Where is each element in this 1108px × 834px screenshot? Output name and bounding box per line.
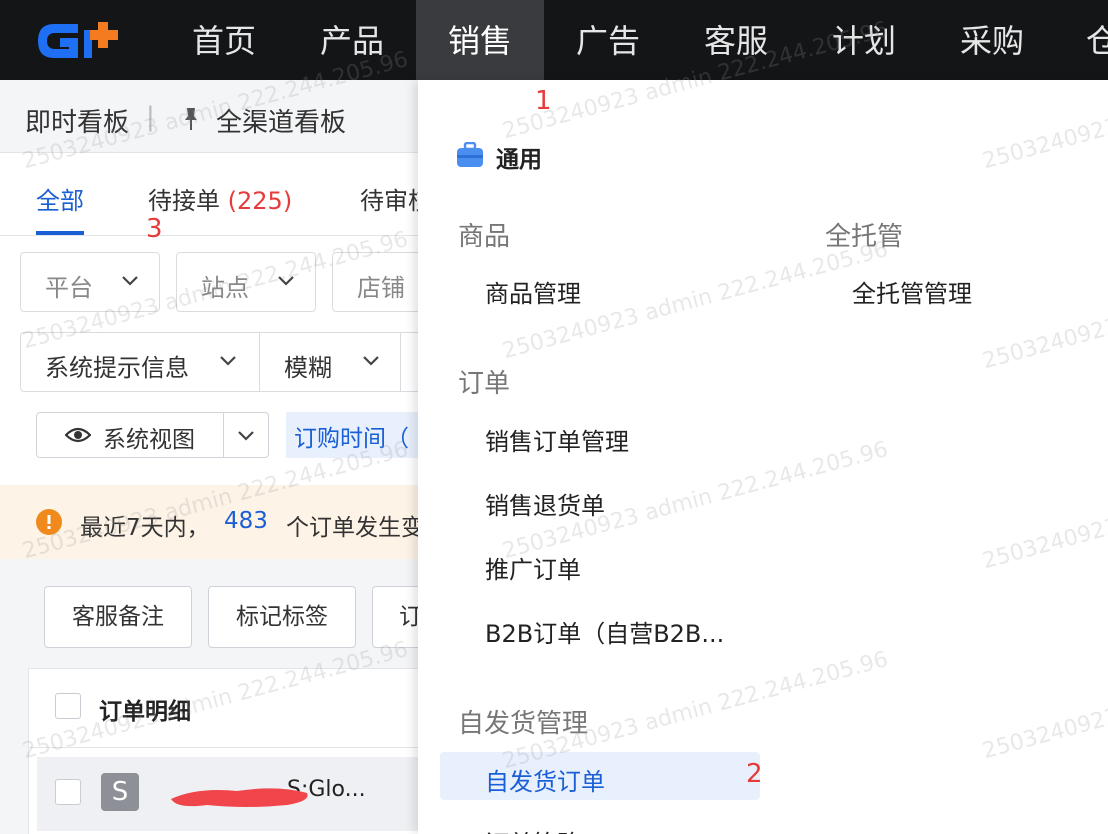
menu-item-sales-return[interactable]: 销售退货单 <box>485 486 605 521</box>
order-status-tabs: 全部 待接单 (225) 待审核 <box>0 153 418 236</box>
tab-pending[interactable]: 待接单 (225) <box>148 181 292 216</box>
tab-pending-count: (225) <box>227 187 293 215</box>
platform-select-label: 平台 <box>45 274 93 302</box>
order-table: 订单明细 S S:Glo... <box>28 668 418 834</box>
chevron-down-icon[interactable] <box>237 430 255 442</box>
action-bar: 客服备注 标记标签 订 <box>0 560 418 650</box>
mark-tag-button[interactable]: 标记标签 <box>208 586 356 648</box>
general-group-label: 通用 <box>496 147 542 173</box>
orders-page: 即时看板 | 全渠道看板 全部 待接单 (225) 待审核 平台 站点 店铺 系… <box>0 80 418 834</box>
app-logo-icon[interactable] <box>34 18 126 64</box>
store-badge: S <box>101 773 139 811</box>
breadcrumb-separator: | <box>146 102 155 132</box>
select-all-checkbox[interactable] <box>55 693 81 719</box>
annotation-3: 3 <box>146 214 163 244</box>
nav-plan[interactable]: 计划 <box>800 0 928 80</box>
nav-home[interactable]: 首页 <box>160 0 288 80</box>
button-divider <box>223 413 224 457</box>
eye-icon <box>65 427 91 443</box>
warning-icon <box>36 509 62 535</box>
menu-item-order-strategy[interactable]: 订单策略 <box>485 824 581 834</box>
section-goods: 商品 <box>458 222 511 252</box>
system-view-label: 系统视图 <box>103 427 195 453</box>
site-select-label: 站点 <box>201 274 249 302</box>
platform-select[interactable]: 平台 <box>20 252 160 312</box>
notice-suffix: 个订单发生变 <box>286 515 418 541</box>
briefcase-icon <box>457 142 483 167</box>
section-orders: 订单 <box>458 369 511 399</box>
nav-sales[interactable]: 销售 <box>416 0 544 80</box>
system-view-button[interactable]: 系统视图 <box>36 412 269 458</box>
chevron-down-icon <box>363 356 379 366</box>
nav-purchase[interactable]: 采购 <box>928 0 1056 80</box>
breadcrumb-realtime-board[interactable]: 即时看板 <box>25 102 129 139</box>
notice-count-link[interactable]: 483 <box>224 508 268 534</box>
section-full-hosting: 全托管 <box>825 222 904 252</box>
change-notice-banner: 最近7天内， 483 个订单发生变 <box>0 485 418 559</box>
table-header: 订单明细 <box>29 669 418 748</box>
menu-item-promotion-order[interactable]: 推广订单 <box>485 550 581 585</box>
order-action-button[interactable]: 订 <box>372 586 418 648</box>
breadcrumb-omnichannel-board[interactable]: 全渠道看板 <box>216 102 346 139</box>
order-time-filter[interactable]: 订购时间（ <box>286 412 418 458</box>
top-navigation: 首页 产品 销售 广告 客服 计划 采购 仓 <box>0 0 1108 80</box>
menu-item-full-hosting-management[interactable]: 全托管管理 <box>852 274 972 309</box>
annotation-2: 2 <box>746 759 763 789</box>
match-mode-select[interactable]: 模糊 <box>259 332 401 392</box>
chevron-down-icon <box>122 276 138 286</box>
row-checkbox[interactable] <box>55 779 81 805</box>
nav-warehouse[interactable]: 仓 <box>1056 0 1108 80</box>
nav-customer-service[interactable]: 客服 <box>672 0 800 80</box>
notice-prefix: 最近7天内， <box>80 515 210 541</box>
system-message-label: 系统提示信息 <box>45 354 189 382</box>
search-field[interactable] <box>400 332 418 392</box>
table-row[interactable]: S S:Glo... <box>37 757 418 831</box>
tab-pending-label: 待接单 <box>148 187 220 215</box>
menu-item-b2b-order[interactable]: B2B订单（自营B2B... <box>485 614 724 649</box>
store-select[interactable]: 店铺 <box>332 252 418 312</box>
nav-products[interactable]: 产品 <box>288 0 416 80</box>
section-self-shipping: 自发货管理 <box>458 709 589 739</box>
nav-ads[interactable]: 广告 <box>544 0 672 80</box>
match-mode-label: 模糊 <box>284 354 332 382</box>
order-detail-header: 订单明细 <box>99 699 191 725</box>
tab-all[interactable]: 全部 <box>36 181 84 216</box>
pin-icon[interactable] <box>182 106 200 132</box>
sales-menu-panel: 通用 商品 商品管理 全托管 全托管管理 订单 销售订单管理 销售退货单 推广订… <box>418 80 1108 834</box>
annotation-1: 1 <box>535 86 552 116</box>
site-select[interactable]: 站点 <box>176 252 316 312</box>
menu-item-self-ship-order[interactable]: 自发货订单 <box>485 762 605 797</box>
cs-note-button[interactable]: 客服备注 <box>44 586 192 648</box>
chevron-down-icon <box>220 356 236 366</box>
chevron-down-icon <box>278 276 294 286</box>
store-select-label: 店铺 <box>357 274 405 302</box>
tab-review[interactable]: 待审核 <box>360 181 418 216</box>
breadcrumb: 即时看板 | 全渠道看板 <box>0 80 418 153</box>
redaction-mark <box>171 788 308 807</box>
tab-active-indicator <box>36 231 84 235</box>
menu-item-goods-management[interactable]: 商品管理 <box>485 274 581 309</box>
system-message-select[interactable]: 系统提示信息 <box>20 332 260 392</box>
menu-item-sales-order-management[interactable]: 销售订单管理 <box>485 422 629 457</box>
